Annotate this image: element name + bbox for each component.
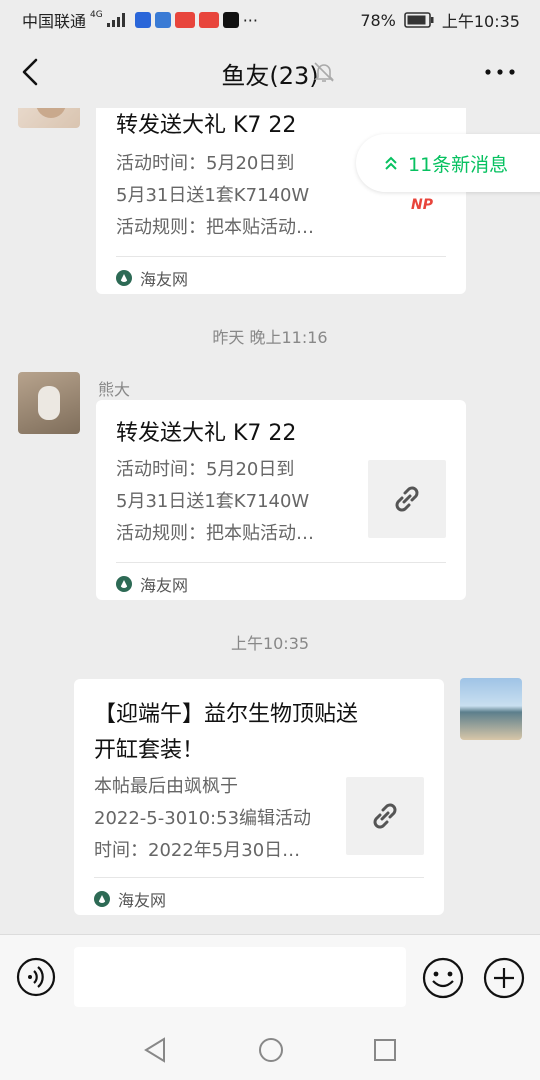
avatar[interactable] <box>18 108 80 128</box>
app-notif-icon <box>154 12 171 28</box>
link-icon <box>373 803 397 829</box>
avatar[interactable] <box>460 678 522 740</box>
emoji-icon[interactable] <box>422 957 464 999</box>
system-nav-bar <box>0 1022 540 1080</box>
news-app-icon <box>198 12 219 28</box>
plus-icon[interactable] <box>483 957 525 999</box>
mute-bell-icon <box>314 62 334 82</box>
card-source: 海友网 <box>116 572 188 596</box>
voice-icon[interactable] <box>16 957 56 997</box>
toutiao-icon <box>174 12 195 28</box>
battery-label: 78% <box>360 10 396 30</box>
card-divider <box>116 562 446 563</box>
avatar[interactable] <box>18 372 80 434</box>
link-card[interactable]: 【迎端午】益尔生物顶贴送 开缸套装！ 本帖最后由飒枫于 2022-5-3010:… <box>74 679 444 915</box>
new-messages-button[interactable]: 11条新消息 <box>356 134 540 192</box>
source-label: 海友网 <box>140 270 189 289</box>
status-left: 中国联通 4G ··· <box>22 8 258 32</box>
card-description: 本帖最后由飒枫于 2022-5-3010:53编辑活动 时间：2022年5月30… <box>94 776 312 861</box>
input-bar <box>0 934 540 1023</box>
timestamp: 昨天 晚上11:16 <box>212 328 328 347</box>
source-label: 海友网 <box>140 576 189 595</box>
status-bar: 中国联通 4G ··· 78% 上午10:35 <box>0 0 540 36</box>
card-title: 转发送大礼 K7 22 <box>116 421 297 446</box>
carrier-label: 中国联通 <box>22 12 87 31</box>
timestamp: 上午10:35 <box>230 634 310 653</box>
double-chevron-up-icon <box>385 156 397 170</box>
tiktok-icon <box>222 12 239 28</box>
card-divider <box>116 256 446 257</box>
status-right: 78% 上午10:35 <box>360 8 520 32</box>
more-notif-icon: ··· <box>242 10 258 30</box>
card-divider <box>94 877 424 878</box>
link-card[interactable]: 转发送大礼 K7 22 活动时间：5月20日到 5月31日送1套K7140W 活… <box>96 400 466 600</box>
new-messages-label: 11条新消息 <box>408 153 509 176</box>
card-title: 【迎端午】益尔生物顶贴送 开缸套装！ <box>94 702 359 763</box>
link-icon <box>395 486 419 512</box>
chat-header: 鱼友(23) <box>0 36 540 108</box>
nav-home-icon[interactable] <box>257 1036 285 1064</box>
card-description: 活动时间：5月20日到 5月31日送1套K7140W 活动规则：把本贴活动… <box>116 153 314 238</box>
sender-name: 熊大 <box>98 380 131 399</box>
battery-icon <box>404 12 434 28</box>
card-thumbnail <box>368 460 446 538</box>
card-source: 海友网 <box>94 887 166 911</box>
more-menu-icon[interactable] <box>482 58 518 86</box>
signal-icon <box>106 13 125 27</box>
clock-label: 上午10:35 <box>441 12 520 31</box>
nav-back-icon[interactable] <box>142 1036 168 1064</box>
source-label: 海友网 <box>118 891 167 910</box>
source-logo-icon <box>116 576 132 592</box>
message-input[interactable] <box>74 947 406 1007</box>
network-label: 4G <box>90 10 103 20</box>
card-description: 活动时间：5月20日到 5月31日送1套K7140W 活动规则：把本贴活动… <box>116 459 314 544</box>
thumb-logo-text: NP <box>411 197 433 213</box>
chat-messages[interactable]: 转发送大礼 K7 22 活动时间：5月20日到 5月31日送1套K7140W 活… <box>0 108 540 934</box>
nav-recents-icon[interactable] <box>372 1036 398 1064</box>
card-source: 海友网 <box>116 266 188 290</box>
card-title: 转发送大礼 K7 22 <box>116 113 297 138</box>
card-thumbnail <box>346 777 424 855</box>
source-logo-icon <box>94 891 110 907</box>
chat-title: 鱼友(23) <box>221 62 319 90</box>
app-notif-icon <box>134 12 151 28</box>
source-logo-icon <box>116 270 132 286</box>
